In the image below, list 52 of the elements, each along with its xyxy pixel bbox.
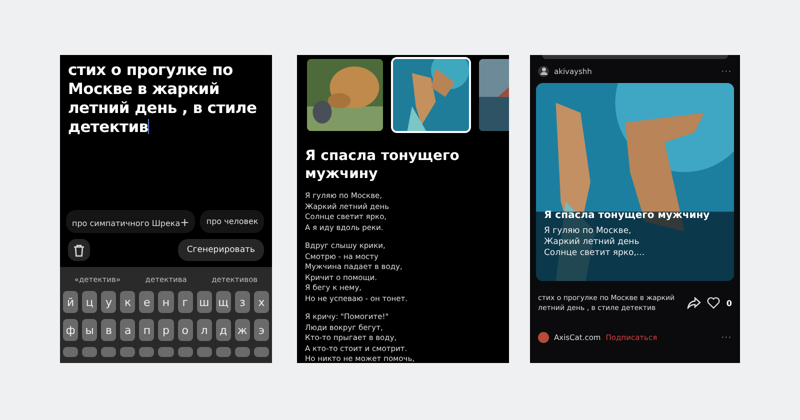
keyboard-key[interactable]: п: [139, 319, 154, 341]
keyboard-key[interactable]: ж: [234, 319, 250, 341]
heart-icon[interactable]: [707, 297, 720, 309]
trash-icon: [73, 244, 85, 256]
keyboard-key[interactable]: о: [178, 319, 193, 341]
keyboard-key[interactable]: [234, 347, 250, 357]
avatar-icon: [538, 332, 549, 342]
keyboard-key[interactable]: [196, 347, 212, 357]
keyboard-key[interactable]: [178, 347, 193, 357]
keyboard-key[interactable]: ы: [82, 319, 98, 341]
keyboard-key[interactable]: е: [139, 291, 154, 313]
keyboard-key[interactable]: щ: [216, 291, 231, 313]
keyboard-key[interactable]: [158, 347, 174, 357]
keyboard-key[interactable]: й: [63, 291, 78, 313]
keyboard-key[interactable]: ф: [63, 319, 78, 341]
suggestion-chip[interactable]: про человек: [200, 210, 264, 233]
keyboard-key[interactable]: г: [178, 291, 193, 313]
keyboard-key[interactable]: [254, 347, 270, 357]
keyboard-key[interactable]: в: [101, 319, 116, 341]
keyboard-key[interactable]: ц: [82, 291, 98, 313]
excerpt-line: Я гуляю по Москве,: [544, 226, 632, 237]
keyboard-key[interactable]: [139, 347, 154, 357]
poem-title: Я спасла тонущего мужчину: [305, 147, 460, 183]
keyboard-key[interactable]: ш: [196, 291, 212, 313]
post-card[interactable]: Я спасла тонущего мужчину Я гуляю по Москве, Жаркий летний день Солнце светит ярко,...: [536, 83, 734, 281]
prompt-field[interactable]: стих о прогулке по Москве в жаркий летний день , в стиле детектив: [60, 55, 272, 198]
suggestion-chip[interactable]: про симпатичного Шрека+: [66, 210, 196, 233]
keyboard-key[interactable]: з: [234, 291, 250, 313]
more-menu[interactable]: ···: [721, 332, 732, 342]
keyboard-key[interactable]: н: [158, 291, 174, 313]
keyboard-key[interactable]: [82, 347, 98, 357]
keyboard-key[interactable]: л: [196, 319, 212, 341]
keyboard-key[interactable]: э: [254, 319, 270, 341]
excerpt-line: Жаркий летний день: [544, 237, 640, 248]
delete-button[interactable]: [68, 239, 90, 261]
keyboard-key[interactable]: [101, 347, 116, 357]
keyboard-key[interactable]: р: [158, 319, 174, 341]
keyboard-key[interactable]: х: [254, 291, 270, 313]
keyboard-key[interactable]: [216, 347, 231, 357]
keyboard-key[interactable]: [120, 347, 136, 357]
excerpt-line: Солнце светит ярко,...: [544, 248, 646, 259]
avatar-icon: [538, 66, 549, 76]
keyboard-key[interactable]: д: [216, 319, 231, 341]
more-menu[interactable]: ···: [721, 66, 732, 76]
keyboard-key[interactable]: к: [120, 291, 136, 313]
like-count: 0: [726, 298, 732, 308]
share-icon[interactable]: [687, 297, 702, 309]
generate-button[interactable]: Сгенерировать: [178, 239, 264, 261]
keyboard-key[interactable]: [63, 347, 78, 357]
card-title: Я спасла тонущего мужчину: [544, 210, 711, 221]
keyboard-key[interactable]: а: [120, 319, 136, 341]
keyboard-key[interactable]: у: [101, 291, 116, 313]
